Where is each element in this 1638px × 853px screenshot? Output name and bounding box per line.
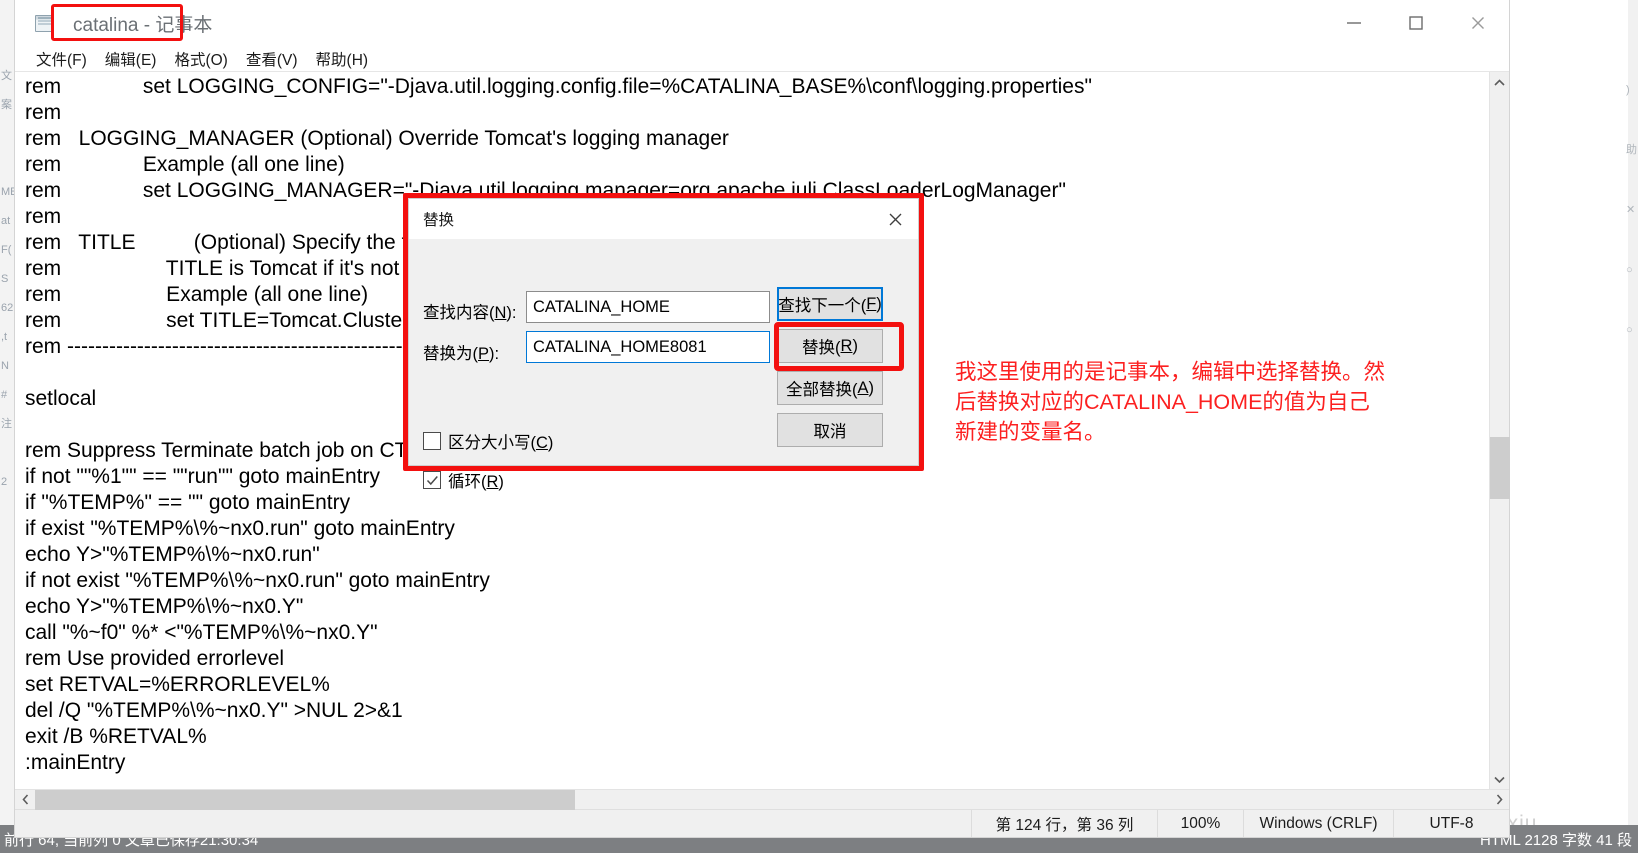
window-title: catalina - 记事本	[73, 14, 213, 36]
editor-line: rem Example (all one line)	[25, 153, 345, 176]
cancel-button[interactable]: 取消	[777, 413, 883, 447]
replace-with-label: 替换为(P):	[423, 345, 500, 363]
replace-with-input[interactable]	[526, 331, 770, 363]
editor-line: set RETVAL=%ERRORLEVEL%	[25, 673, 330, 696]
editor-line: del /Q "%TEMP%\%~nx0.Y" >NUL 2>&1	[25, 699, 403, 722]
status-bar: 第 124 行，第 36 列 100% Windows (CRLF) UTF-8	[15, 809, 1509, 837]
editor-line: if exist "%TEMP%\%~nx0.run" goto mainEnt…	[25, 517, 455, 540]
screen: 文案 MEatF(S62,tN#注 2 )助✕○○ https://blog.c…	[0, 0, 1638, 853]
scroll-up-button[interactable]	[1490, 72, 1510, 92]
background-right-glyphs: ) 助 ✕ ○ ○	[1626, 84, 1637, 336]
scroll-left-button[interactable]	[15, 790, 35, 810]
editor-line: rem LOGGING_MANAGER (Optional) Override …	[25, 127, 729, 150]
vertical-scroll-thumb[interactable]	[1489, 437, 1510, 499]
maximize-icon	[1409, 16, 1423, 30]
match-case-checkbox[interactable]: 区分大小写(C)	[423, 429, 553, 453]
chevron-left-icon	[21, 794, 28, 805]
title-bar[interactable]: catalina - 记事本	[15, 0, 1509, 46]
find-what-label: 查找内容(N):	[423, 304, 517, 322]
wrap-around-checkbox[interactable]: 循环(R)	[423, 468, 504, 492]
chevron-up-icon	[1494, 78, 1505, 86]
replace-button[interactable]: 替换(R)	[777, 329, 883, 363]
editor-line: call "%~f0" %* <"%TEMP%\%~nx0.Y"	[25, 621, 378, 644]
annotation-text: 我这里使用的是记事本，编辑中选择替换。然 后替换对应的CATALINA_HOME…	[955, 360, 1386, 444]
minimize-icon	[1347, 22, 1361, 24]
close-button[interactable]	[1447, 0, 1509, 46]
checkbox-unchecked-icon	[423, 432, 441, 450]
match-case-label: 区分大小写(C)	[448, 434, 554, 452]
dialog-body: 查找内容(N): 替换为(P): 查找下一个(F) 替换(R) 全部替换(A) …	[409, 239, 918, 491]
status-zoom-level[interactable]: 100%	[1157, 810, 1243, 837]
find-what-input[interactable]	[526, 291, 770, 323]
close-icon	[1472, 17, 1484, 29]
editor-line: if "%TEMP%" == "" goto mainEntry	[25, 491, 351, 514]
menu-bar: 文件(F) 编辑(E) 格式(O) 查看(V) 帮助(H)	[15, 46, 1509, 72]
editor-line: if not ""%1"" == ""run"" goto mainEntry	[25, 465, 380, 488]
checkbox-checked-icon	[423, 471, 441, 489]
chevron-right-icon	[1496, 794, 1503, 805]
status-line-ending[interactable]: Windows (CRLF)	[1243, 810, 1393, 837]
minimize-button[interactable]	[1323, 0, 1385, 46]
close-icon	[889, 213, 901, 225]
menu-view[interactable]: 查看(V)	[237, 47, 307, 71]
find-next-button[interactable]: 查找下一个(F)	[777, 287, 883, 321]
editor-line: echo Y>"%TEMP%\%~nx0.run"	[25, 543, 320, 566]
replace-dialog: 替换 查找内容(N): 替换为(P): 查找下一个(F) 替换(R) 全部替换(…	[408, 198, 919, 491]
status-spacer	[15, 810, 971, 837]
chevron-down-icon	[1494, 776, 1505, 783]
menu-format[interactable]: 格式(O)	[165, 47, 236, 71]
dialog-title-bar[interactable]: 替换	[409, 199, 918, 239]
dialog-close-button[interactable]	[872, 199, 918, 239]
menu-file[interactable]: 文件(F)	[27, 47, 96, 71]
editor-line: if not exist "%TEMP%\%~nx0.run" goto mai…	[25, 569, 490, 592]
wrap-around-label: 循环(R)	[448, 473, 504, 491]
vertical-scrollbar[interactable]	[1489, 72, 1510, 789]
status-encoding[interactable]: UTF-8	[1393, 810, 1509, 837]
editor-line: echo Y>"%TEMP%\%~nx0.Y"	[25, 595, 304, 618]
dialog-title: 替换	[423, 212, 455, 229]
horizontal-scroll-track[interactable]	[35, 789, 1489, 810]
editor-line: exit /B %RETVAL%	[25, 725, 207, 748]
editor-line: rem set LOGGING_CONFIG="-Djava.util.logg…	[25, 75, 1092, 98]
editor-line: :mainEntry	[25, 751, 126, 774]
window-controls	[1323, 0, 1509, 46]
maximize-button[interactable]	[1385, 0, 1447, 46]
menu-help[interactable]: 帮助(H)	[307, 47, 378, 71]
scroll-down-button[interactable]	[1490, 769, 1510, 789]
editor-line: rem	[25, 101, 62, 124]
replace-all-button[interactable]: 全部替换(A)	[777, 371, 883, 405]
notepad-icon	[33, 12, 55, 34]
menu-edit[interactable]: 编辑(E)	[96, 47, 166, 71]
vertical-scroll-track[interactable]	[1489, 92, 1510, 769]
scroll-right-button[interactable]	[1489, 790, 1509, 810]
status-cursor-position: 第 124 行，第 36 列	[971, 810, 1157, 837]
horizontal-scrollbar[interactable]	[15, 789, 1509, 810]
horizontal-scroll-thumb[interactable]	[35, 789, 575, 810]
editor-line: rem Use provided errorlevel	[25, 647, 285, 670]
